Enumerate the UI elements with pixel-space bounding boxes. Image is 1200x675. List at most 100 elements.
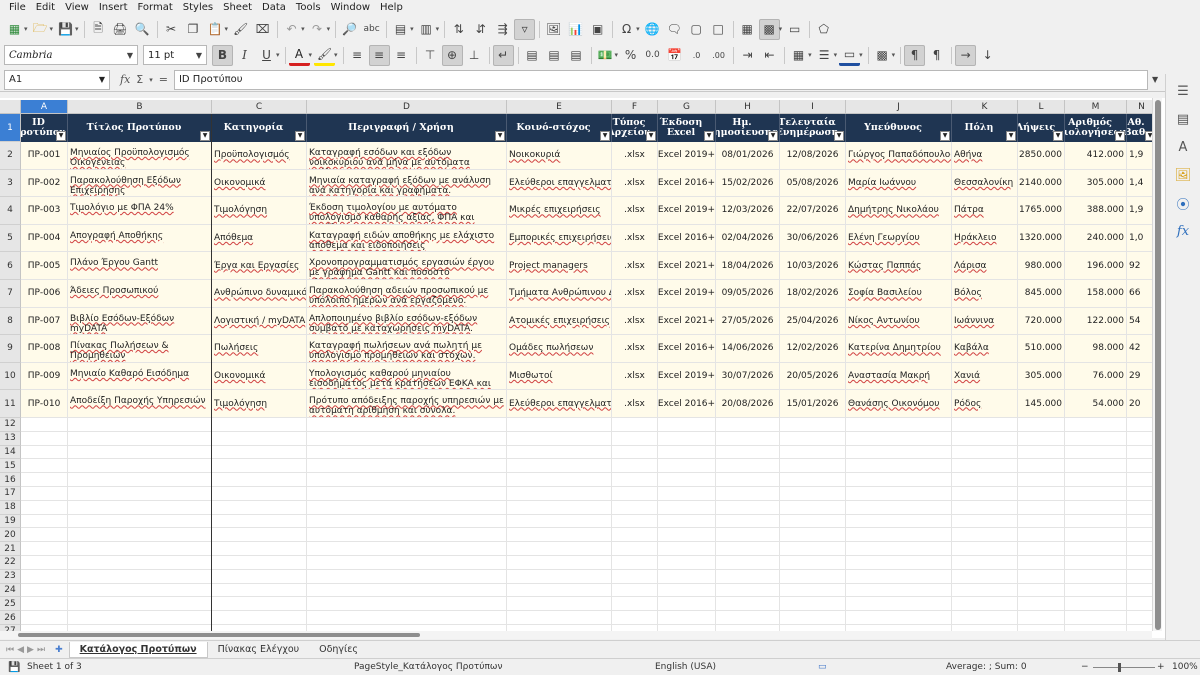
align-top-icon[interactable]: ⊤ — [420, 45, 441, 66]
table-cell[interactable]: 12/02/2026 — [780, 335, 846, 363]
autofilter-dropdown-icon[interactable]: ▼ — [940, 131, 950, 141]
table-cell[interactable]: Πάτρα — [952, 197, 1018, 225]
row-icon[interactable]: ▤ — [390, 19, 411, 40]
empty-cell[interactable] — [716, 514, 780, 529]
table-cell[interactable]: Πλάνο Έργου Gantt — [68, 252, 212, 280]
row-header[interactable]: 14 — [0, 445, 21, 460]
table-cell[interactable]: 18/02/2026 — [780, 280, 846, 308]
show-draw-functions-icon[interactable]: ▭ — [784, 19, 805, 40]
formula-input[interactable]: ID Προτύπου — [173, 69, 1148, 90]
paste-dropdown-icon[interactable]: ▾ — [225, 25, 229, 33]
empty-cell[interactable] — [307, 473, 507, 487]
empty-cell[interactable] — [658, 556, 716, 570]
table-cell[interactable]: Excel 2016+ — [658, 169, 716, 198]
empty-cell[interactable] — [612, 459, 658, 474]
table-cell[interactable]: 196.000 — [1065, 252, 1127, 280]
align-center-icon[interactable]: ≡ — [368, 44, 390, 66]
table-cell[interactable]: 1320.000 — [1018, 224, 1065, 253]
empty-cell[interactable] — [1127, 432, 1152, 446]
text-direction-horizontal-icon[interactable]: → — [955, 44, 977, 66]
empty-cell[interactable] — [507, 514, 612, 529]
empty-cell[interactable] — [846, 500, 952, 515]
menu-styles[interactable]: Styles — [178, 0, 218, 16]
empty-cell[interactable] — [1065, 473, 1127, 487]
print-icon[interactable]: 🖨 — [110, 19, 131, 40]
table-header-cell[interactable]: Έκδοση Excel ▼ — [658, 114, 716, 142]
column-header-b[interactable]: B — [68, 100, 212, 114]
table-cell[interactable]: .xlsx — [612, 280, 658, 308]
empty-cell[interactable] — [780, 528, 846, 543]
empty-cell[interactable] — [658, 542, 716, 556]
empty-cell[interactable] — [507, 569, 612, 584]
zoom-in-icon[interactable]: + — [1157, 662, 1165, 672]
table-cell[interactable]: 76.000 — [1065, 362, 1127, 391]
table-cell[interactable]: 30/07/2026 — [716, 362, 780, 391]
empty-cell[interactable] — [658, 459, 716, 474]
table-cell[interactable]: Ελεύθεροι επαγγελματίες — [507, 390, 612, 418]
table-cell[interactable]: Έργα και Εργασίες — [212, 252, 307, 280]
empty-cell[interactable] — [21, 597, 68, 612]
empty-cell[interactable] — [1127, 542, 1152, 556]
table-cell[interactable]: 15/01/2026 — [780, 390, 846, 418]
autofilter-dropdown-icon[interactable]: ▼ — [1053, 131, 1063, 141]
table-cell[interactable]: Τιμολόγηση — [212, 390, 307, 418]
empty-cell[interactable] — [21, 459, 68, 474]
vertical-scrollbar[interactable] — [1152, 98, 1162, 631]
save-dropdown-icon[interactable]: ▾ — [75, 25, 79, 33]
table-cell[interactable]: 412.000 — [1065, 142, 1127, 170]
table-cell[interactable]: 22/07/2026 — [780, 197, 846, 225]
empty-cell[interactable] — [212, 597, 307, 612]
empty-cell[interactable] — [21, 431, 68, 446]
highlight-color-icon[interactable]: 🖌 — [314, 45, 336, 66]
empty-cell[interactable] — [212, 514, 307, 529]
row-header[interactable]: 11 — [0, 390, 21, 418]
empty-cell[interactable] — [1065, 445, 1127, 460]
table-cell[interactable]: Απογραφή Αποθήκης — [68, 224, 212, 253]
define-print-area-icon[interactable]: □ — [708, 19, 729, 40]
right-to-left-icon[interactable]: ¶ — [926, 45, 947, 66]
empty-cell[interactable] — [780, 514, 846, 529]
empty-cell[interactable] — [1065, 611, 1127, 625]
table-cell[interactable]: 66 — [1127, 280, 1152, 308]
row-header[interactable]: 6 — [0, 252, 21, 280]
empty-cell[interactable] — [780, 542, 846, 556]
underline-button[interactable]: U — [256, 45, 277, 66]
align-middle-icon[interactable]: ⊕ — [441, 44, 463, 66]
table-cell[interactable]: Γιώργος Παπαδόπουλος — [846, 142, 952, 170]
table-header-cell[interactable]: Τελευταία Ενημέρωση ▼ — [780, 114, 846, 142]
table-cell[interactable]: Αποδείξη Παροχής Υπηρεσιών — [68, 390, 212, 418]
table-cell[interactable]: ΠΡ-007 — [21, 307, 68, 336]
table-cell[interactable]: 18/04/2026 — [716, 252, 780, 280]
table-cell[interactable]: Excel 2016+ — [658, 335, 716, 363]
table-cell[interactable]: 54 — [1127, 307, 1152, 336]
table-cell[interactable]: 08/01/2026 — [716, 142, 780, 170]
table-cell[interactable]: 12/03/2026 — [716, 197, 780, 225]
empty-cell[interactable] — [307, 542, 507, 556]
empty-cell[interactable] — [1127, 501, 1152, 515]
empty-cell[interactable] — [612, 569, 658, 584]
table-cell[interactable]: Χανιά — [952, 362, 1018, 391]
column-header-i[interactable]: I — [780, 100, 846, 114]
zoom-level[interactable]: 100% — [1172, 662, 1198, 672]
table-header-cell[interactable]: Υπεύθυνος ▼ — [846, 114, 952, 142]
empty-cell[interactable] — [307, 418, 507, 432]
autofilter-dropdown-icon[interactable]: ▼ — [834, 131, 844, 141]
table-cell[interactable]: 20 — [1127, 390, 1152, 418]
table-cell[interactable]: Καταγραφή ειδών αποθήκης με ελάχιστο από… — [307, 224, 507, 253]
left-to-right-icon[interactable]: ¶ — [904, 44, 926, 66]
empty-cell[interactable] — [846, 459, 952, 474]
table-cell[interactable]: .xlsx — [612, 390, 658, 418]
table-cell[interactable]: 1765.000 — [1018, 197, 1065, 225]
table-cell[interactable]: ΠΡ-009 — [21, 362, 68, 391]
autofilter-dropdown-icon[interactable]: ▼ — [495, 131, 505, 141]
table-cell[interactable]: Ανθρώπινο δυναμικό — [212, 280, 307, 308]
number-format-button[interactable]: 0.0 — [642, 45, 663, 66]
empty-cell[interactable] — [716, 597, 780, 612]
empty-cell[interactable] — [846, 611, 952, 625]
table-cell[interactable]: Λογιστική / myDATA — [212, 307, 307, 336]
table-cell[interactable]: 845.000 — [1018, 280, 1065, 308]
first-sheet-icon[interactable]: ⏮ — [6, 645, 14, 655]
table-cell[interactable]: Προϋπολογισμός — [212, 142, 307, 170]
empty-cell[interactable] — [212, 583, 307, 598]
empty-cell[interactable] — [846, 569, 952, 584]
